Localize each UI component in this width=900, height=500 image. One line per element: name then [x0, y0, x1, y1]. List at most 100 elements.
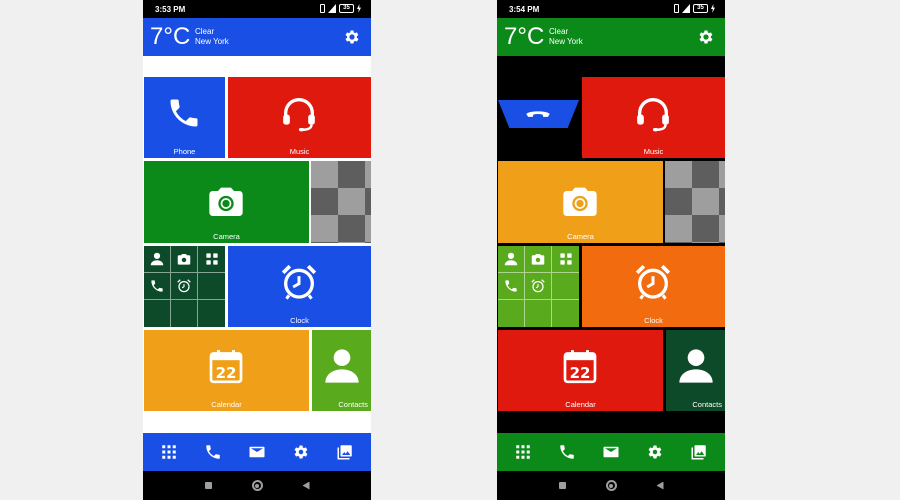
weather-condition: Clear [549, 27, 569, 36]
back-icon[interactable] [656, 481, 664, 490]
camera-icon [209, 187, 243, 216]
charging-icon [711, 4, 715, 13]
camera-icon [563, 187, 597, 216]
music-tile[interactable]: Music [228, 77, 371, 158]
home-icon[interactable] [251, 480, 263, 491]
battery-icon: 35 [693, 4, 708, 13]
weather-city: New York [195, 37, 229, 46]
grid-cell [552, 273, 579, 300]
tile-area: Music Camera Clock 22 Calendar Contacts [497, 56, 725, 433]
shortcuts-grid-tile[interactable] [144, 246, 225, 327]
contacts-tile[interactable]: Contacts [666, 330, 725, 411]
camera-tile-label: Camera [213, 232, 240, 241]
dock-bar [497, 433, 725, 471]
grid-cell [198, 300, 225, 327]
camera-tile[interactable]: Camera [498, 161, 663, 243]
grid-cell [552, 246, 579, 273]
person-icon [679, 349, 713, 383]
apps-grid-icon[interactable] [514, 443, 532, 461]
settings-gear-icon[interactable] [697, 28, 715, 46]
grid-cell [498, 300, 525, 327]
contact-icon [150, 252, 164, 266]
status-bar: 3:53 PM 35 [143, 0, 371, 18]
contacts-tile[interactable]: Contacts [312, 330, 371, 411]
recents-icon[interactable] [558, 482, 566, 489]
phone-tile[interactable]: Phone [144, 77, 225, 158]
photos-tile[interactable] [311, 161, 371, 243]
grid-cell [144, 273, 171, 300]
home-icon[interactable] [605, 480, 617, 491]
music-tile-label: Music [643, 147, 664, 156]
camera-tile-label: Camera [567, 232, 594, 241]
bluetooth-icon [320, 4, 325, 13]
tile-area: Phone Music Camera Clock 22 Calendar Con… [143, 56, 371, 433]
calendar-tile[interactable]: 22 Calendar [144, 330, 309, 411]
phone-icon [151, 280, 163, 292]
calendar-icon: 22 [209, 350, 243, 384]
recents-icon[interactable] [204, 482, 212, 489]
status-time: 3:54 PM [509, 5, 540, 14]
charging-icon [357, 4, 361, 13]
alarm-clock-icon [635, 264, 671, 300]
grid-cell [198, 273, 225, 300]
settings-icon[interactable] [292, 443, 310, 461]
weather-details: Clear New York [549, 27, 583, 47]
weather-temperature: 7°C [504, 23, 545, 50]
settings-icon[interactable] [646, 443, 664, 461]
calendar-day-number: 22 [570, 364, 591, 382]
shortcuts-grid-tile[interactable] [498, 246, 579, 327]
status-icons: 35 [674, 4, 715, 13]
phone-screen-1: 3:53 PM 35 7°C Clear New York Phone Musi… [143, 0, 371, 500]
gallery-icon[interactable] [690, 443, 708, 461]
status-time: 3:53 PM [155, 5, 186, 14]
grid-cell [498, 273, 525, 300]
camera-tile[interactable]: Camera [144, 161, 309, 243]
phone-icon [505, 280, 517, 292]
battery-icon: 35 [339, 4, 354, 13]
grid-cell [144, 300, 171, 327]
music-tile[interactable]: Music [582, 77, 725, 158]
contact-icon [504, 252, 518, 266]
settings-gear-icon[interactable] [343, 28, 361, 46]
contacts-tile-label: Contacts [338, 400, 368, 409]
weather-header[interactable]: 7°C Clear New York [143, 18, 371, 56]
back-icon[interactable] [302, 481, 310, 490]
clock-tile[interactable]: Clock [228, 246, 371, 327]
calendar-icon: 22 [563, 350, 597, 384]
calendar-day-number: 22 [216, 364, 237, 382]
phone-icon[interactable] [204, 443, 222, 461]
grid-cell [198, 246, 225, 273]
grid-cell [171, 300, 198, 327]
signal-icon [682, 4, 690, 13]
status-icons: 35 [320, 4, 361, 13]
weather-details: Clear New York [195, 27, 229, 47]
apps-icon [559, 253, 572, 265]
bluetooth-icon [674, 4, 679, 13]
weather-temperature: 7°C [150, 23, 191, 50]
gallery-icon[interactable] [336, 443, 354, 461]
calendar-tile[interactable]: 22 Calendar [498, 330, 663, 411]
clock-tile-label: Clock [644, 316, 663, 325]
dock-bar [143, 433, 371, 471]
calendar-tile-label: Calendar [211, 400, 242, 409]
headset-icon [637, 98, 669, 132]
grid-cell [171, 246, 198, 273]
photos-tile[interactable] [665, 161, 725, 243]
apps-grid-icon[interactable] [160, 443, 178, 461]
weather-city: New York [549, 37, 583, 46]
weather-header[interactable]: 7°C Clear New York [497, 18, 725, 56]
phone-icon[interactable] [558, 443, 576, 461]
system-nav-bar [497, 471, 725, 500]
grid-cell [525, 273, 552, 300]
alarm-icon [531, 279, 545, 293]
grid-cell [552, 300, 579, 327]
phone-icon [170, 99, 198, 127]
system-nav-bar [143, 471, 371, 500]
grid-cell [144, 246, 171, 273]
mail-icon[interactable] [248, 443, 266, 461]
mail-icon[interactable] [602, 443, 620, 461]
phone-tile-flipping[interactable] [498, 100, 579, 128]
clock-tile[interactable]: Clock [582, 246, 725, 327]
signal-icon [328, 4, 336, 13]
status-bar: 3:54 PM 35 [497, 0, 725, 18]
